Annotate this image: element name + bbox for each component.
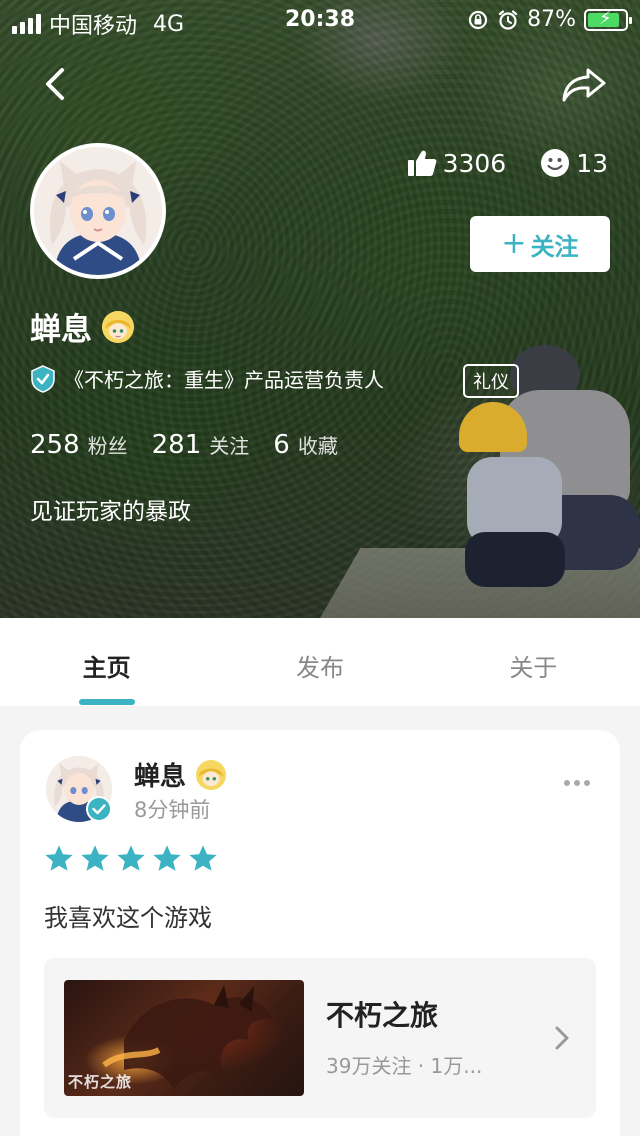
post-time: 8分钟前 <box>134 798 211 822</box>
back-arrow-icon[interactable] <box>38 64 74 104</box>
verified-icon <box>86 796 112 822</box>
star-icon <box>153 845 181 871</box>
character-badge-icon <box>196 759 227 790</box>
follow-button[interactable]: + 关注 <box>470 216 610 272</box>
more-dots-icon[interactable] <box>564 780 590 786</box>
game-title: 不朽之旅 <box>326 999 439 1032</box>
following-count[interactable]: 281 <box>152 430 202 460</box>
post-author[interactable]: 蝉息 <box>134 756 186 793</box>
tab-posts[interactable]: 发布 <box>213 618 426 706</box>
verification-line: 《不朽之旅：重生》产品运营负责人 <box>30 364 384 393</box>
smiles-stat: 13 <box>540 148 608 178</box>
following-label[interactable]: 关注 <box>209 430 249 459</box>
chevron-right-icon <box>555 1026 569 1050</box>
game-meta: 39万关注 · 1万... <box>326 1054 483 1078</box>
alarm-icon <box>498 9 518 30</box>
game-cover-image: 不朽之旅 <box>64 980 304 1096</box>
post-author-row: 蝉息 <box>134 756 227 793</box>
tab-about[interactable]: 关于 <box>427 618 640 706</box>
profile-tabs: 主页 发布 关于 <box>0 618 640 706</box>
character-badge-icon <box>102 310 134 343</box>
smiley-icon <box>541 149 570 177</box>
star-icon <box>117 845 145 871</box>
background-child-figure <box>455 402 570 592</box>
status-bar: 中国移动 4G 20:38 87% ⚡ <box>0 0 640 40</box>
profile-bio: 见证玩家的暴政 <box>30 499 191 525</box>
tab-home[interactable]: 主页 <box>0 618 213 706</box>
profile-reactions: 3306 13 <box>407 148 608 178</box>
star-icon <box>45 845 73 871</box>
favorites-count[interactable]: 6 <box>273 430 290 460</box>
fans-label[interactable]: 粉丝 <box>88 430 128 459</box>
rotation-lock-icon <box>468 10 488 29</box>
game-link[interactable]: 不朽之旅 不朽之旅 39万关注 · 1万... <box>44 958 596 1118</box>
battery-icon: ⚡ <box>584 8 632 31</box>
likes-stat: 3306 <box>407 148 507 178</box>
battery-percent: 87% <box>527 7 576 32</box>
profile-name: 蝉息 <box>30 312 92 348</box>
share-icon[interactable] <box>560 64 608 104</box>
likes-count: 3306 <box>442 148 507 178</box>
fans-count[interactable]: 258 <box>30 430 80 460</box>
review-card[interactable]: 蝉息 8分钟前 我喜欢这个游戏 不朽之旅 不朽之旅 39万关注 · 1万... <box>20 730 620 1136</box>
post-text: 我喜欢这个游戏 <box>44 904 212 932</box>
avatar[interactable] <box>30 143 166 279</box>
thumbs-up-icon <box>407 150 436 176</box>
avatar-illustration <box>34 147 162 275</box>
star-icon <box>81 845 109 871</box>
star-icon <box>189 845 217 871</box>
follow-label: 关注 <box>530 232 579 261</box>
game-cover-caption: 不朽之旅 <box>68 1073 133 1091</box>
profile-counts: 258 粉丝 281 关注 6 收藏 <box>30 430 354 460</box>
profile-name-row: 蝉息 <box>30 304 134 349</box>
verification-text: 《不朽之旅：重生》产品运营负责人 <box>64 368 384 392</box>
verified-icon <box>31 364 55 393</box>
smiles-count: 13 <box>576 148 608 178</box>
favorites-label[interactable]: 收藏 <box>298 430 338 459</box>
role-tag: 礼仪 <box>463 364 519 398</box>
rating-stars <box>44 843 218 873</box>
follow-plus: + <box>501 226 527 261</box>
